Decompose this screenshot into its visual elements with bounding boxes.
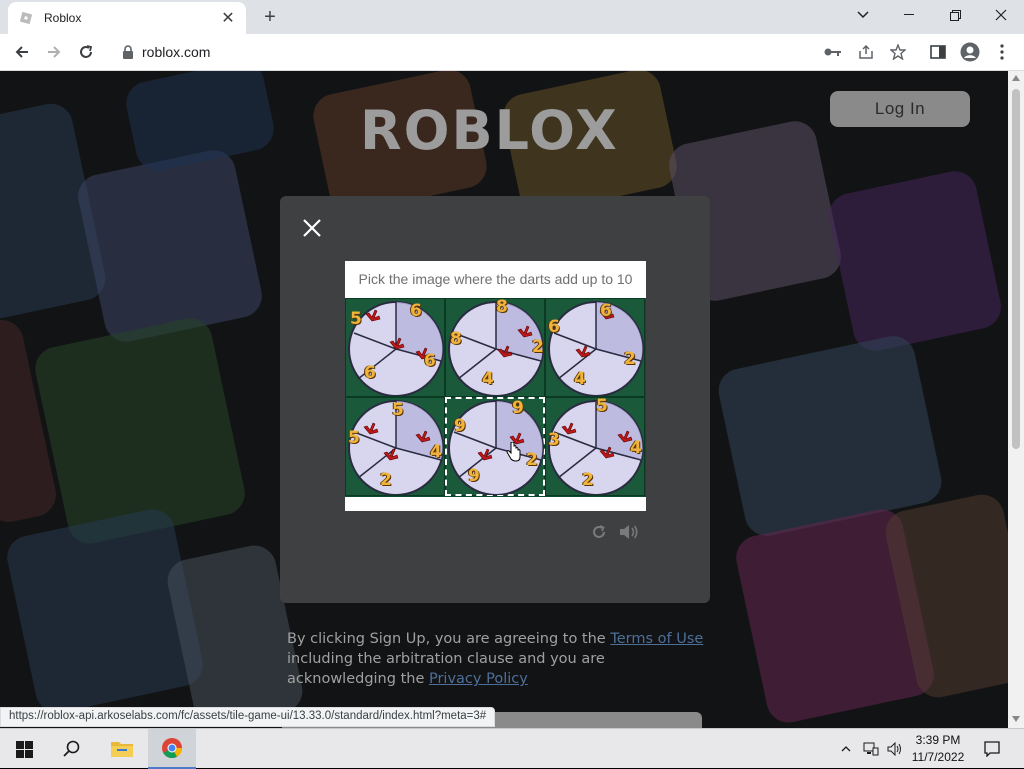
- search-icon[interactable]: [48, 729, 96, 769]
- forward-arrow-icon[interactable]: [42, 40, 66, 64]
- captcha-tile[interactable]: 5 3 4 2: [545, 397, 645, 496]
- profile-avatar-icon[interactable]: [960, 42, 980, 62]
- dart-score-number: 4: [482, 369, 494, 389]
- browser-menu-icon[interactable]: [992, 42, 1012, 62]
- dart-score-number: 5: [350, 309, 362, 329]
- privacy-policy-link[interactable]: Privacy Policy: [429, 671, 528, 687]
- captcha-tile[interactable]: 8 8 2 4: [445, 298, 545, 397]
- page-scrollbar[interactable]: [1008, 71, 1024, 728]
- dart-score-number: 6: [424, 351, 436, 371]
- terms-text: By clicking Sign Up, you are agreeing to…: [287, 629, 707, 689]
- roblox-page: ROBLOX Log In Pick the image where the d…: [0, 71, 1008, 728]
- network-icon[interactable]: [860, 729, 882, 769]
- dartboard-image: [548, 301, 644, 396]
- clock-time: 3:39 PM: [915, 733, 961, 747]
- scrollbar-thumb[interactable]: [1012, 89, 1020, 449]
- login-button[interactable]: Log In: [830, 91, 970, 127]
- roblox-logo: ROBLOX: [360, 99, 619, 162]
- browser-toolbar: roblox.com: [0, 34, 1024, 71]
- back-arrow-icon[interactable]: [10, 40, 34, 64]
- dart-score-number: 2: [582, 470, 594, 490]
- captcha-tile[interactable]: 5 5 4 2: [345, 397, 445, 496]
- dart-score-number: 3: [548, 430, 560, 450]
- dartboard-image: [448, 400, 544, 495]
- dart-score-number: 4: [630, 438, 642, 458]
- windows-taskbar: 3:39 PM 11/7/2022: [0, 728, 1024, 769]
- captcha-prompt: Pick the image where the darts add up to…: [358, 270, 633, 287]
- bookmark-star-icon[interactable]: [888, 42, 908, 62]
- dart-score-number: 4: [430, 442, 442, 462]
- notifications-icon[interactable]: [976, 729, 1008, 769]
- dart-score-number: 2: [532, 337, 544, 357]
- new-tab-button[interactable]: +: [258, 6, 282, 28]
- share-icon[interactable]: [856, 42, 876, 62]
- dart-score-number: 6: [548, 317, 560, 337]
- tab-search-chevron-icon[interactable]: [840, 0, 886, 30]
- dart-score-number: 6: [600, 301, 612, 321]
- key-icon[interactable]: [823, 42, 843, 62]
- volume-icon[interactable]: [884, 729, 906, 769]
- roblox-favicon-icon: [18, 10, 34, 26]
- tab-close-icon[interactable]: ✕: [220, 8, 236, 28]
- dart-score-number: 9: [468, 466, 480, 486]
- dart-score-number: 2: [380, 470, 392, 490]
- file-explorer-icon[interactable]: [98, 729, 146, 769]
- dart-score-number: 9: [512, 398, 524, 418]
- minimize-button[interactable]: [886, 0, 932, 30]
- audio-icon[interactable]: [618, 523, 640, 541]
- clock-date: 11/7/2022: [911, 750, 965, 764]
- tab-roblox[interactable]: Roblox ✕: [8, 2, 246, 34]
- url-text: roblox.com: [142, 44, 211, 60]
- captcha-widget: Pick the image where the darts add up to…: [345, 261, 646, 511]
- dart-score-number: 5: [348, 428, 360, 448]
- captcha-tile[interactable]: 9 9 2 9: [445, 397, 545, 496]
- close-window-button[interactable]: [978, 0, 1024, 30]
- dart-score-number: 8: [450, 329, 462, 349]
- captcha-modal: Pick the image where the darts add up to…: [280, 196, 710, 603]
- refresh-icon[interactable]: [590, 523, 608, 541]
- captcha-tile[interactable]: 5 6 6 6: [345, 298, 445, 397]
- dart-score-number: 8: [496, 298, 508, 317]
- dart-score-number: 5: [392, 400, 404, 420]
- dart-score-number: 2: [624, 349, 636, 369]
- close-icon[interactable]: [300, 216, 324, 240]
- tab-strip: Roblox ✕ +: [0, 0, 1024, 34]
- chrome-taskbar-icon[interactable]: [148, 729, 196, 769]
- dart-score-number: 5: [596, 397, 608, 416]
- dart-score-number: 2: [526, 450, 538, 470]
- captcha-tile[interactable]: 6 6 2 4: [545, 298, 645, 397]
- address-bar[interactable]: roblox.com: [110, 39, 920, 66]
- tab-title: Roblox: [44, 11, 82, 25]
- lock-icon[interactable]: [122, 45, 134, 64]
- dart-score-number: 9: [454, 416, 466, 436]
- reload-icon[interactable]: [74, 40, 98, 64]
- taskbar-clock[interactable]: 3:39 PM 11/7/2022: [908, 732, 968, 766]
- terms-prefix: By clicking Sign Up, you are agreeing to…: [287, 631, 611, 647]
- link-status-bar: https://roblox-api.arkoselabs.com/fc/ass…: [0, 707, 496, 727]
- chevron-up-icon[interactable]: [836, 729, 856, 769]
- dart-score-number: 6: [410, 301, 422, 321]
- dart-score-number: 4: [574, 369, 586, 389]
- restore-button[interactable]: [932, 0, 978, 30]
- windows-start-icon[interactable]: [0, 729, 48, 769]
- dart-score-number: 6: [364, 363, 376, 383]
- side-panel-icon[interactable]: [928, 42, 948, 62]
- terms-of-use-link[interactable]: Terms of Use: [610, 631, 703, 647]
- captcha-grid: 566688246624554299295342: [345, 298, 646, 497]
